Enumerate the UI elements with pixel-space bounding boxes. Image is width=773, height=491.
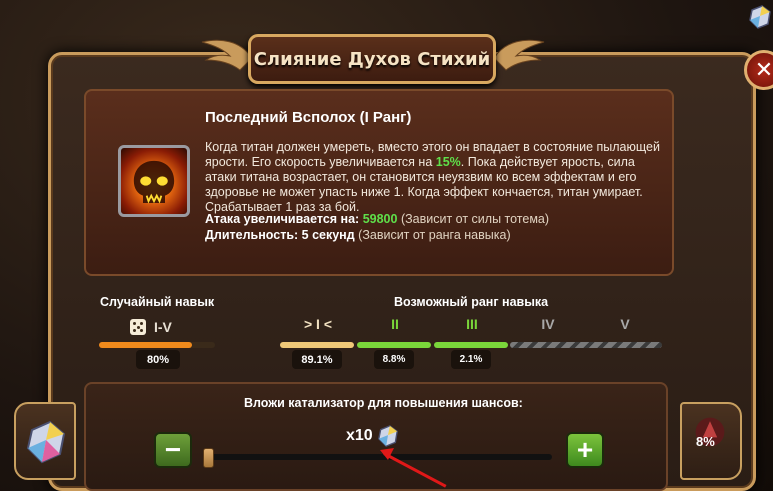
- rank-iii-bar: [434, 342, 508, 348]
- rank-i-chance: 89.1%: [292, 350, 342, 369]
- rank-current-left-chevron-icon: >: [303, 316, 313, 332]
- rank-label: II: [391, 316, 399, 332]
- wing-ornament-icon: [494, 39, 545, 71]
- attack-bonus-label: Атака увеличивается на:: [205, 212, 360, 226]
- dice-icon: [130, 319, 146, 335]
- skill-speed-bonus: 15%: [435, 155, 461, 169]
- rank-label: IV: [541, 316, 555, 332]
- rank-iv: IV: [510, 316, 586, 332]
- increase-button[interactable]: +: [566, 432, 604, 468]
- window-title-banner: Слияние Духов Стихий: [248, 34, 496, 84]
- random-skill-heading: Случайный навык: [100, 295, 215, 309]
- rank-iii: III: [434, 316, 510, 332]
- catalyst-crystal-icon: [749, 5, 771, 29]
- duration-line: Длительность: 5 секунд (Зависит от ранга…: [205, 228, 511, 242]
- rank-label: I: [316, 316, 320, 332]
- skill-description: Когда титан должен умереть, вместо этого…: [205, 140, 665, 215]
- random-rank-range: I-V: [130, 318, 190, 336]
- wing-ornament-icon: [201, 39, 252, 71]
- skill-name: Последний Всполох (I Ранг): [205, 109, 412, 126]
- rank-i: > I <: [280, 316, 356, 332]
- rank-v: V: [587, 316, 663, 332]
- plus-icon: +: [576, 434, 594, 465]
- possible-rank-heading: Возможный ранг навыка: [394, 295, 549, 309]
- attack-bonus-line: Атака увеличивается на: 59800 (Зависит о…: [205, 212, 549, 226]
- window-title: Слияние Духов Стихий: [253, 48, 491, 70]
- result-item-tab[interactable]: 8%: [680, 402, 742, 480]
- rank-ii-bar: [357, 342, 431, 348]
- rank-current-right-chevron-icon: <: [323, 316, 333, 332]
- minus-icon: −: [164, 434, 182, 465]
- rank-i-bar: [280, 342, 354, 348]
- rank-label: III: [466, 316, 478, 332]
- duration-note: (Зависит от ранга навыка): [358, 228, 511, 242]
- rank-locked-bar: [510, 342, 662, 348]
- rank-ii: II: [357, 316, 433, 332]
- rank-ii-chance: 8.8%: [374, 350, 414, 369]
- catalyst-prompt: Вложи катализатор для повышения шансов:: [244, 396, 523, 410]
- random-skill-chance: 80%: [136, 350, 180, 369]
- catalyst-slider-handle[interactable]: [203, 448, 214, 468]
- random-rank-range-text: I-V: [154, 319, 172, 335]
- decrease-button[interactable]: −: [154, 432, 192, 468]
- rank-label: V: [620, 316, 630, 332]
- attack-bonus-note: (Зависит от силы тотема): [400, 212, 550, 226]
- catalyst-crystal-icon: [26, 420, 66, 464]
- random-skill-bar-fill: [99, 342, 192, 348]
- red-arrow-head-icon: [380, 448, 394, 460]
- flaming-skull-icon: [118, 145, 190, 217]
- close-icon: ✕: [754, 57, 773, 82]
- attack-bonus-value: 59800: [362, 212, 398, 226]
- catalyst-multiplier-text: x10: [346, 427, 373, 444]
- rank-iii-chance: 2.1%: [451, 350, 491, 369]
- catalyst-item-tab[interactable]: [14, 402, 76, 480]
- duration-label: Длительность: 5 секунд: [205, 228, 355, 242]
- result-chance: 8%: [696, 434, 715, 449]
